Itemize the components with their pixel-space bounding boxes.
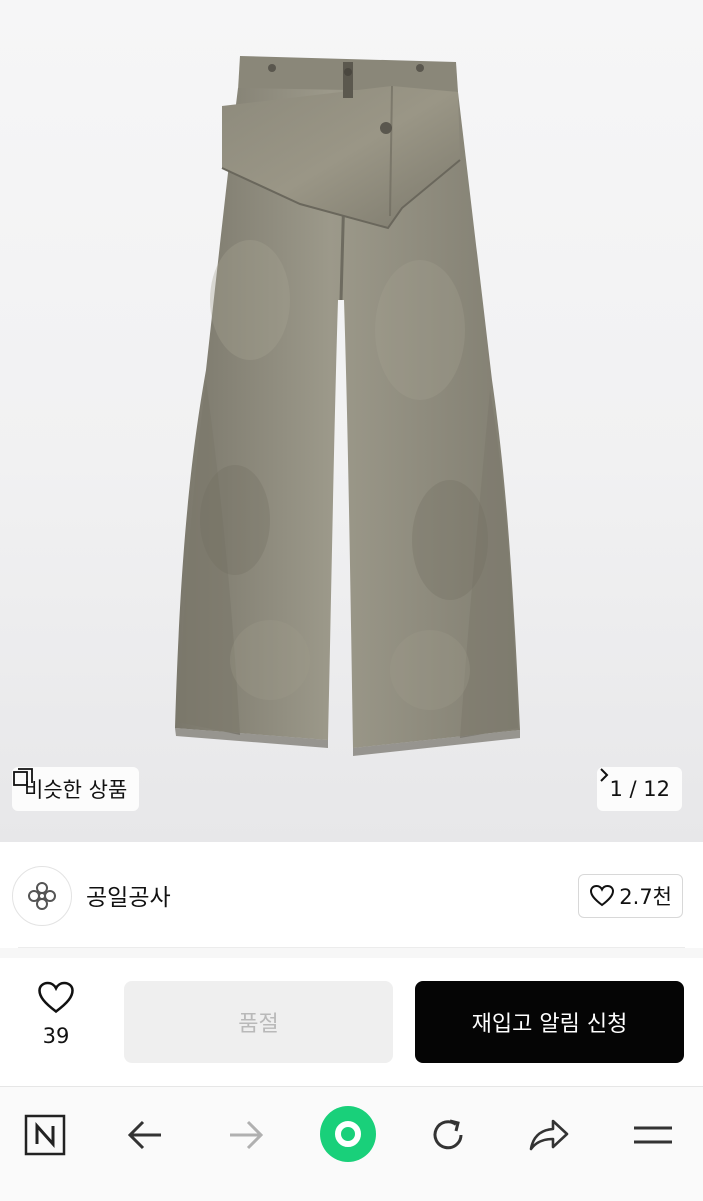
forward-arrow-icon (220, 1109, 272, 1161)
image-counter-text: 1 / 12 (609, 777, 670, 801)
wishlist-count: 39 (42, 1024, 70, 1048)
chevron-right-icon (600, 768, 609, 782)
heart-outline-icon (38, 981, 74, 1014)
browser-toolbar (0, 1086, 703, 1201)
brand-like-button[interactable]: 2.7천 (578, 874, 683, 918)
soldout-button: 품절 (124, 981, 393, 1063)
product-photo-pants (175, 56, 520, 756)
menu-icon[interactable] (627, 1109, 679, 1161)
share-icon[interactable] (523, 1109, 575, 1161)
similar-items-button[interactable]: 비슷한 상품 (12, 767, 140, 811)
similar-items-icon (13, 768, 33, 786)
brand-name[interactable]: 공일공사 (86, 878, 171, 912)
product-image-area[interactable]: 비슷한 상품 1 / 12 (0, 0, 703, 842)
green-dot-icon[interactable] (319, 1105, 377, 1163)
brand-row: 공일공사 2.7천 (0, 842, 703, 948)
image-counter[interactable]: 1 / 12 (597, 767, 682, 811)
restock-alert-button[interactable]: 재입고 알림 신청 (415, 981, 684, 1063)
back-arrow-icon[interactable] (119, 1109, 171, 1161)
refresh-icon[interactable] (422, 1109, 474, 1161)
purchase-action-bar: 39 품절 재입고 알림 신청 (0, 958, 703, 1086)
wishlist-button[interactable]: 39 (20, 980, 92, 1048)
brand-like-count: 2.7천 (619, 885, 672, 909)
brand-logo[interactable] (12, 866, 72, 926)
naver-home-icon[interactable] (19, 1109, 71, 1161)
similar-items-label: 비슷한 상품 (24, 778, 128, 802)
section-gap (0, 948, 703, 958)
brand-logo-icon (28, 882, 56, 910)
heart-outline-icon (590, 884, 615, 907)
